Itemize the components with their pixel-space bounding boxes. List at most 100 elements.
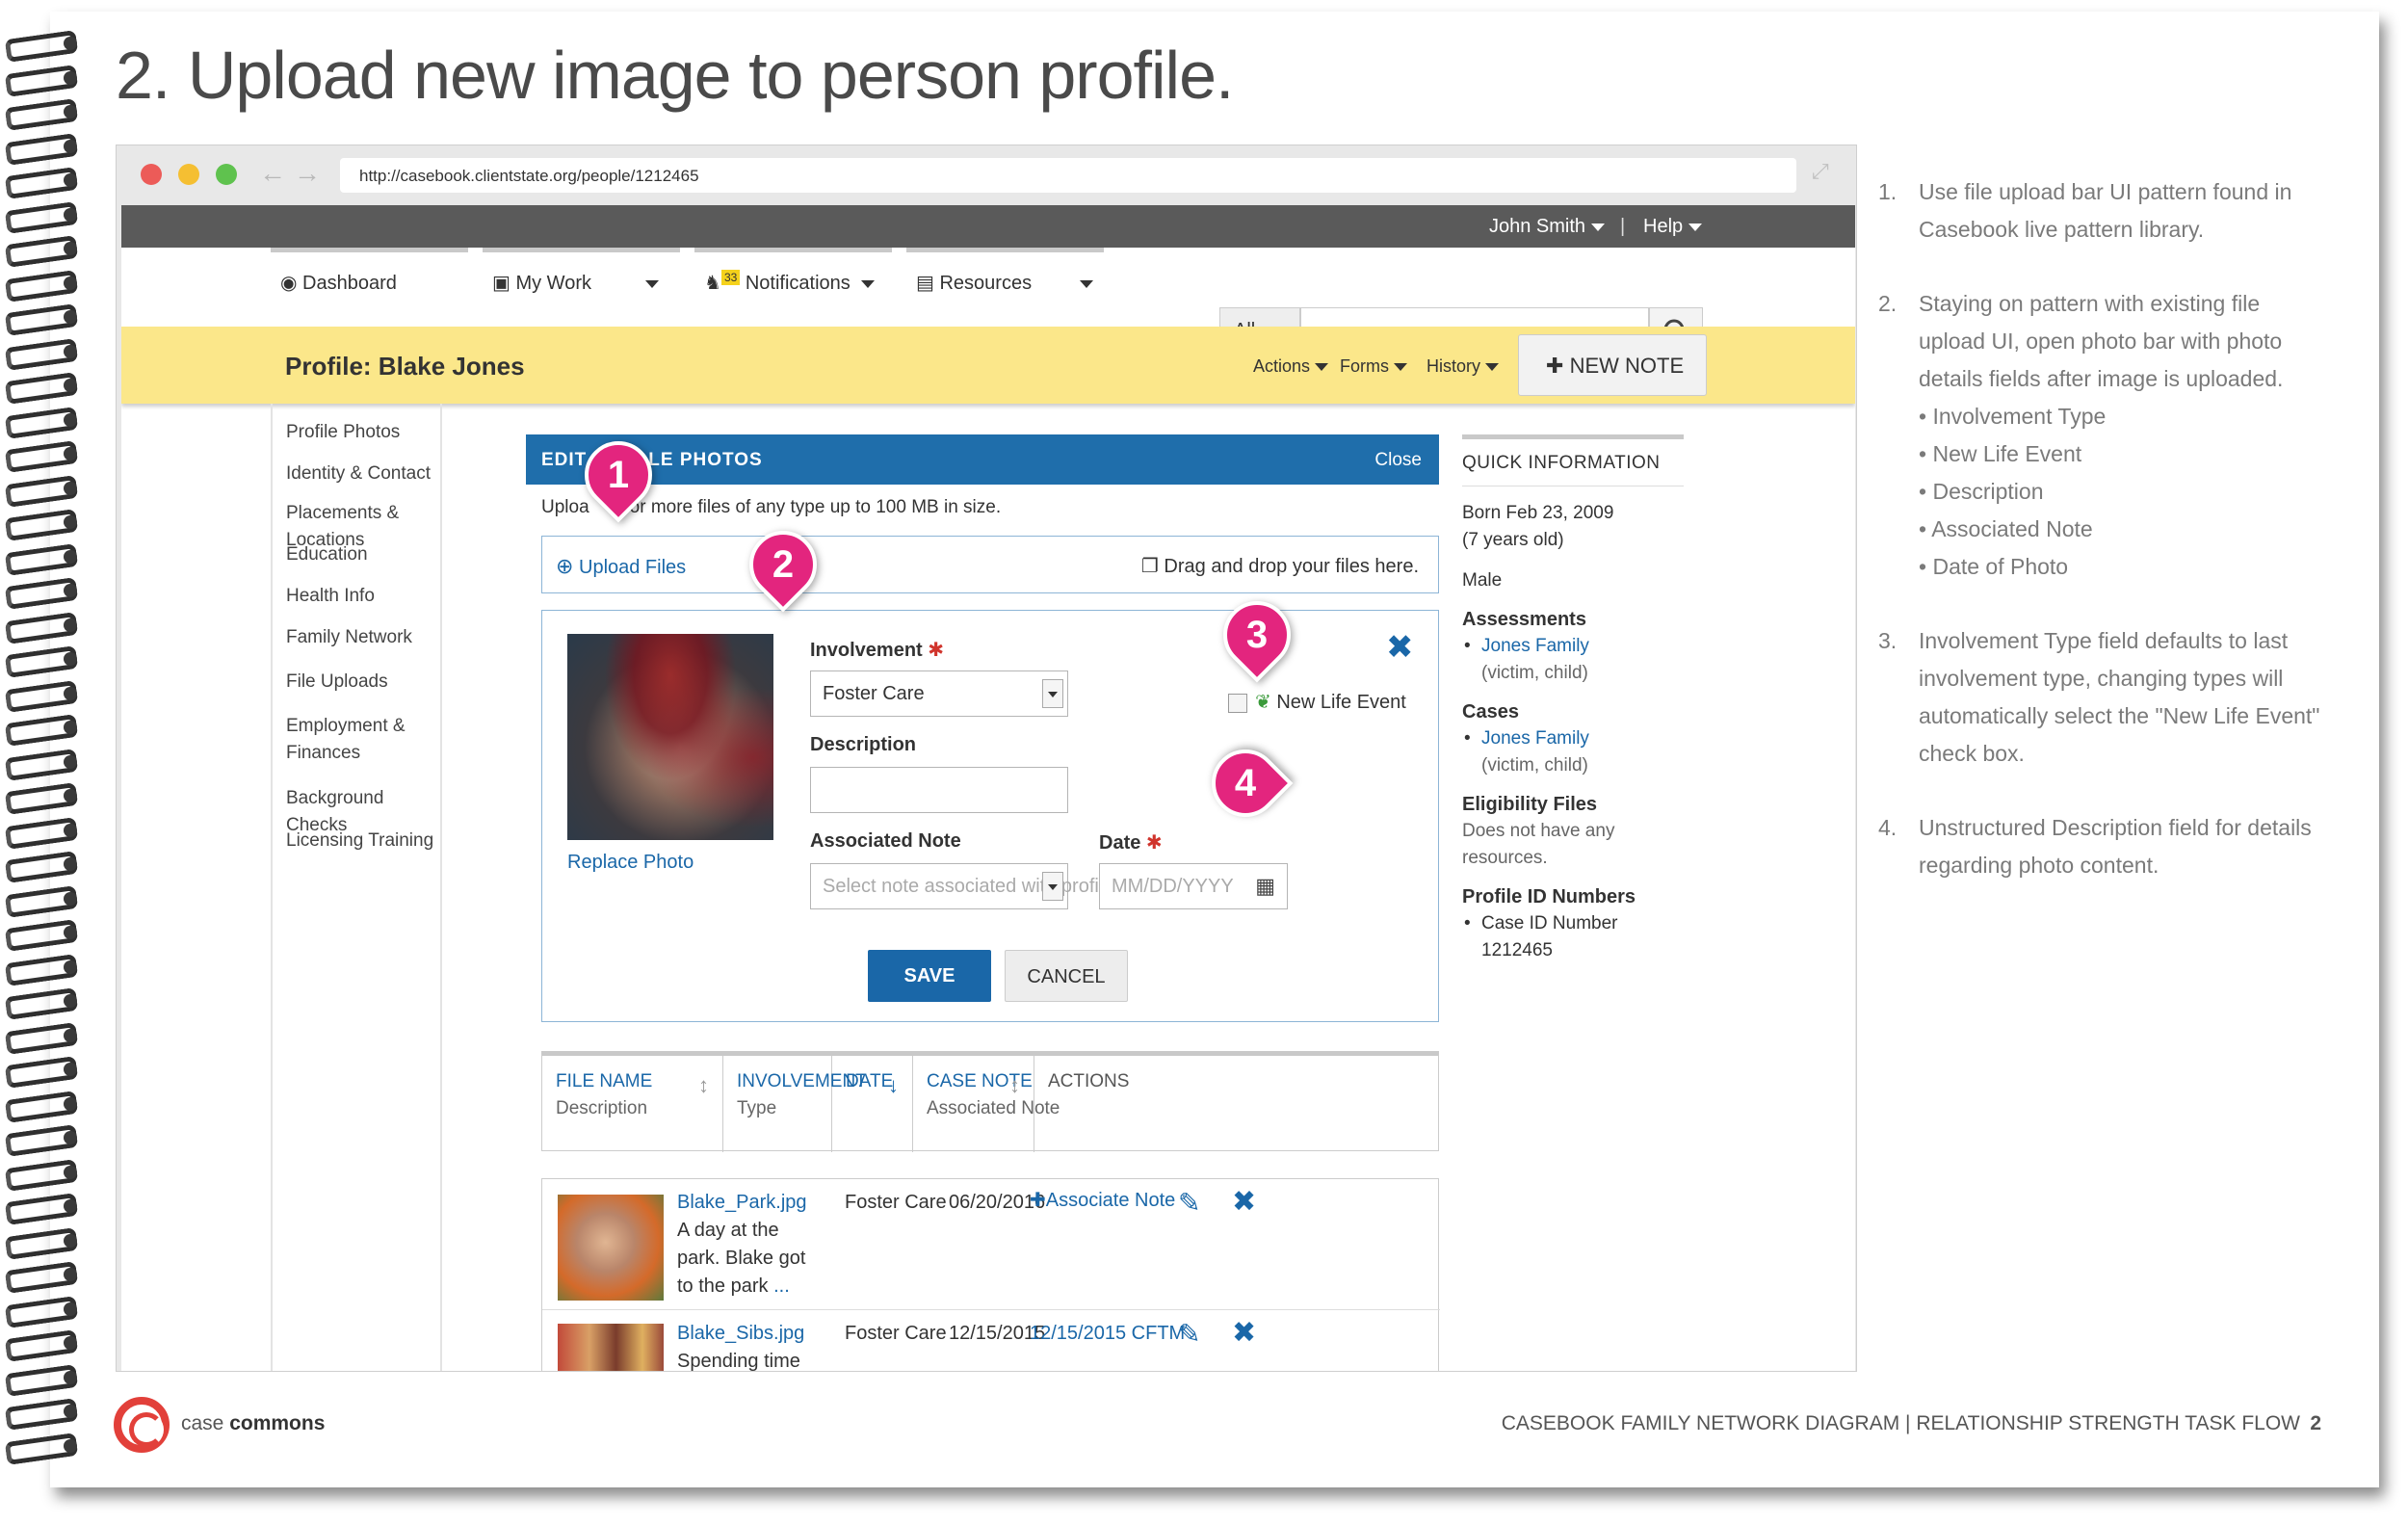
- nav-tab-dashboard[interactable]: ◉ Dashboard: [271, 248, 468, 327]
- expand-icon[interactable]: ⤢: [1812, 159, 1829, 184]
- panel-close-link[interactable]: Close: [1374, 450, 1422, 471]
- nav-tab-resources[interactable]: ▤ Resources: [906, 248, 1104, 327]
- actions-label: Actions: [1253, 356, 1311, 376]
- file-upload-bar[interactable]: ⊕ Upload Files ❐ Drag and drop your file…: [541, 536, 1439, 593]
- associate-note-link[interactable]: ✚Associate Note: [1030, 1187, 1175, 1215]
- marker-number: 2: [772, 543, 795, 586]
- sidebar-item-health-info[interactable]: Health Info: [286, 583, 450, 610]
- involvement-select[interactable]: Foster Care: [810, 670, 1068, 717]
- required-asterisk-icon: ✱: [928, 640, 945, 661]
- delete-icon[interactable]: ✖: [1232, 1185, 1256, 1219]
- associated-note-placeholder: Select note associated with profile: [823, 876, 1114, 897]
- chevron-down-icon: [1394, 363, 1408, 372]
- assessment-link[interactable]: Jones Family: [1462, 633, 1684, 660]
- description-input[interactable]: [810, 767, 1068, 813]
- spiral-coil: [6, 1432, 77, 1460]
- drag-drop-zone[interactable]: ❐ Drag and drop your files here.: [1141, 554, 1419, 578]
- column-header-involvement[interactable]: INVOLVEMENT Type: [723, 1056, 867, 1152]
- calendar-icon[interactable]: ▦: [1255, 874, 1275, 899]
- assessments-heading: Assessments: [1462, 609, 1586, 630]
- date-input[interactable]: MM/DD/YYYY ▦: [1099, 863, 1288, 909]
- header-sublabel: Associated Note: [927, 1098, 1060, 1118]
- forms-menu[interactable]: Forms: [1340, 356, 1408, 377]
- chevron-down-icon: [1315, 363, 1329, 372]
- nav-label: Resources: [939, 273, 1033, 294]
- edit-pencil-icon[interactable]: ✎: [1178, 1318, 1200, 1350]
- sidebar-item-file-uploads[interactable]: File Uploads: [286, 669, 450, 696]
- column-header-file-name[interactable]: FILE NAME Description ↕: [542, 1056, 723, 1152]
- header-label: INVOLVEMENT: [737, 1071, 867, 1091]
- actions-menu[interactable]: Actions: [1253, 356, 1329, 377]
- spiral-coil: [6, 1328, 77, 1357]
- upload-files-label: Upload Files: [579, 557, 687, 578]
- note-number: 1.: [1878, 179, 1898, 204]
- checkbox-icon: [1228, 693, 1247, 713]
- sidebar-item-identity-contact[interactable]: Identity & Contact: [286, 460, 450, 487]
- panel-header: EDIT LE PHOTOS Close: [526, 434, 1439, 485]
- column-header-case-note[interactable]: CASE NOTE Associated Note ↕: [913, 1056, 1060, 1152]
- close-window-icon[interactable]: [141, 164, 162, 185]
- upload-files-button[interactable]: ⊕ Upload Files: [556, 554, 686, 579]
- sort-down-icon: ↓: [888, 1073, 899, 1097]
- remove-photo-icon[interactable]: ✖: [1386, 628, 1414, 667]
- spiral-coil: [6, 1226, 77, 1255]
- drag-drop-label: Drag and drop your files here.: [1164, 556, 1419, 577]
- file-description-line: Spending time: [677, 1351, 800, 1371]
- spiral-coil: [6, 816, 77, 845]
- nav-tab-notifications[interactable]: ♞ 33 Notifications: [694, 248, 892, 327]
- column-header-date[interactable]: DATE ↓: [832, 1056, 913, 1152]
- top-bar: John Smith | Help: [121, 205, 1855, 248]
- date-label: Date ✱: [1099, 830, 1163, 855]
- eligibility-text: Does not have any resources.: [1462, 821, 1615, 868]
- column-header-actions: ACTIONS: [1034, 1056, 1440, 1152]
- minimize-window-icon[interactable]: [178, 164, 199, 185]
- maximize-window-icon[interactable]: [216, 164, 237, 185]
- plus-icon: ✚: [1546, 354, 1564, 378]
- save-button[interactable]: SAVE: [868, 950, 991, 1002]
- note-text: Involvement Type field defaults to last …: [1919, 628, 2320, 766]
- sidebar-item-profile-photos[interactable]: Profile Photos: [286, 419, 450, 446]
- spiral-coil: [6, 234, 77, 263]
- cancel-button[interactable]: CANCEL: [1005, 950, 1128, 1002]
- case-note-link[interactable]: 12/15/2015 CFTM: [1030, 1320, 1185, 1348]
- read-more-link[interactable]: ...: [773, 1275, 790, 1297]
- url-bar[interactable]: http://casebook.clientstate.org/people/1…: [340, 158, 1796, 193]
- note-text: Use file upload bar UI pattern found in …: [1919, 179, 2292, 242]
- file-name-link[interactable]: Blake_Sibs.jpg: [677, 1320, 804, 1348]
- page: 2. Upload new image to person profile. ←…: [0, 0, 2408, 1525]
- replace-photo-link[interactable]: Replace Photo: [567, 852, 694, 874]
- spiral-coil: [6, 200, 77, 229]
- note-2: 2. Staying on pattern with existing file …: [1878, 285, 2331, 586]
- sidebar-item-family-network[interactable]: Family Network: [286, 624, 450, 651]
- note-bullet: • New Life Event: [1919, 441, 2082, 466]
- note-3: 3. Involvement Type field defaults to las…: [1878, 622, 2331, 773]
- header-sublabel: Type: [737, 1098, 777, 1118]
- forward-arrow-icon[interactable]: →: [294, 158, 321, 189]
- file-description-line: to the park ...: [677, 1273, 790, 1301]
- user-menu[interactable]: John Smith: [1489, 216, 1605, 238]
- panel-title-left: EDIT: [541, 450, 588, 470]
- edit-pencil-icon[interactable]: ✎: [1178, 1187, 1200, 1219]
- file-name-link[interactable]: Blake_Park.jpg: [677, 1189, 807, 1217]
- spiral-coil: [6, 269, 77, 298]
- file-thumbnail: [558, 1195, 664, 1301]
- associated-note-select[interactable]: Select note associated with profile: [810, 863, 1113, 909]
- desc-text: to the park: [677, 1275, 769, 1297]
- sidebar-item-employment-finances[interactable]: Employment & Finances: [286, 713, 421, 767]
- marker-number: 4: [1234, 762, 1257, 804]
- logo-text: case commons: [181, 1412, 325, 1435]
- help-menu[interactable]: Help: [1643, 216, 1702, 238]
- header-label: FILE NAME: [556, 1071, 653, 1091]
- spiral-coil: [6, 542, 77, 571]
- delete-icon[interactable]: ✖: [1232, 1316, 1256, 1350]
- sidebar-item-education[interactable]: Education: [286, 541, 450, 568]
- chevron-down-icon: [1079, 279, 1093, 288]
- history-menu[interactable]: History: [1426, 356, 1500, 377]
- spiral-coil: [6, 953, 77, 982]
- new-life-event-checkbox[interactable]: ❦ New Life Event: [1228, 690, 1406, 714]
- back-arrow-icon[interactable]: ←: [259, 158, 286, 189]
- new-note-button[interactable]: ✚ NEW NOTE: [1518, 334, 1707, 396]
- nav-tab-my-work[interactable]: ▣ My Work: [483, 248, 680, 327]
- case-link[interactable]: Jones Family: [1462, 725, 1684, 752]
- sidebar-item-licensing-training[interactable]: Licensing Training: [286, 828, 450, 855]
